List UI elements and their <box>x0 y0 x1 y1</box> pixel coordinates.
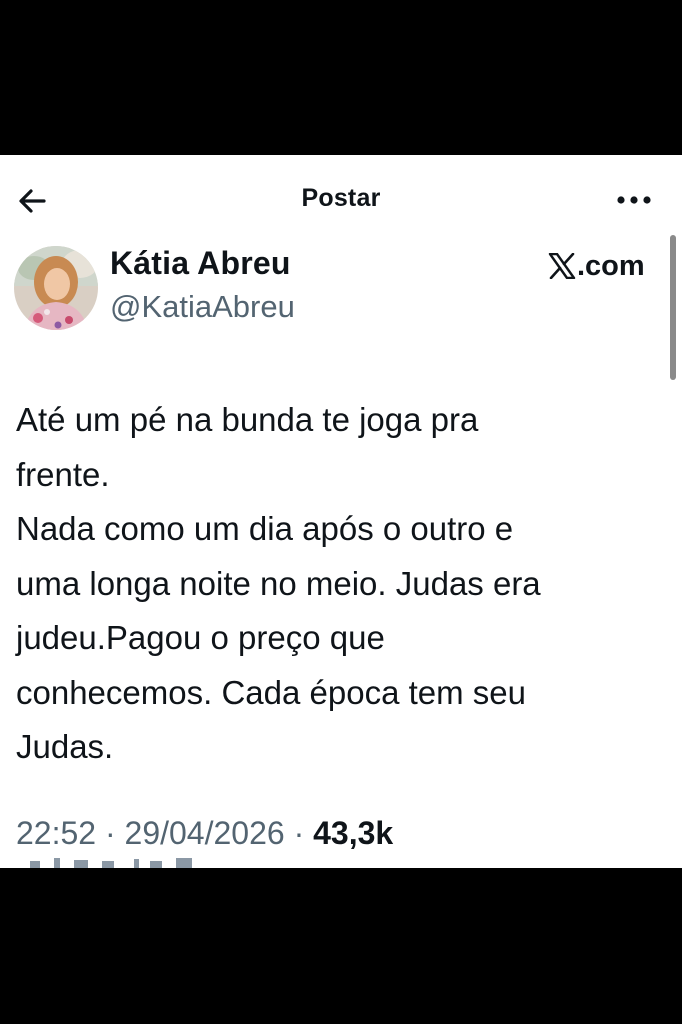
post-text-line: judeu.Pagou o preço que <box>16 619 385 656</box>
profile-photo <box>14 246 98 330</box>
post-time[interactable]: 22:52 <box>16 815 96 851</box>
x-logo-icon <box>548 253 576 279</box>
avatar[interactable] <box>14 246 98 330</box>
x-com-watermark: .com <box>548 248 645 284</box>
post-text-line: Nada como um dia após o outro e <box>16 510 514 547</box>
more-horizontal-icon <box>617 196 651 204</box>
top-bar: Postar <box>0 155 682 243</box>
cut-off-text-fragment <box>16 857 216 868</box>
x-com-text: .com <box>577 249 645 282</box>
post-text-line: conhecemos. Cada época tem seu <box>16 673 526 711</box>
view-count: 43,3k <box>313 815 394 851</box>
post-text-line: uma longa noite no meio. Judas era <box>16 564 541 602</box>
post-text-line: Judas. <box>16 728 114 765</box>
scrollbar[interactable] <box>670 235 676 380</box>
author-handle[interactable]: @KatiaAbreu <box>110 289 295 325</box>
post-date[interactable]: 29/04/2026 <box>125 815 285 851</box>
page-title: Postar <box>301 184 381 212</box>
post-metadata: 22:52 · 29/04/2026 · 43,3k <box>16 815 393 852</box>
separator: · <box>96 815 125 851</box>
post-text-line: Até um pé na bunda te joga pra <box>16 401 479 438</box>
author-display-name[interactable]: Kátia Abreu <box>110 245 291 282</box>
post-text: Até um pé na bunda te joga pra frente. N… <box>16 393 666 775</box>
post-screen: Postar Kátia Abreu @KatiaAbreu .com Até … <box>0 155 682 868</box>
more-options-button[interactable] <box>612 185 658 215</box>
post-text-line: frente. <box>16 455 110 493</box>
separator: · <box>284 815 314 851</box>
